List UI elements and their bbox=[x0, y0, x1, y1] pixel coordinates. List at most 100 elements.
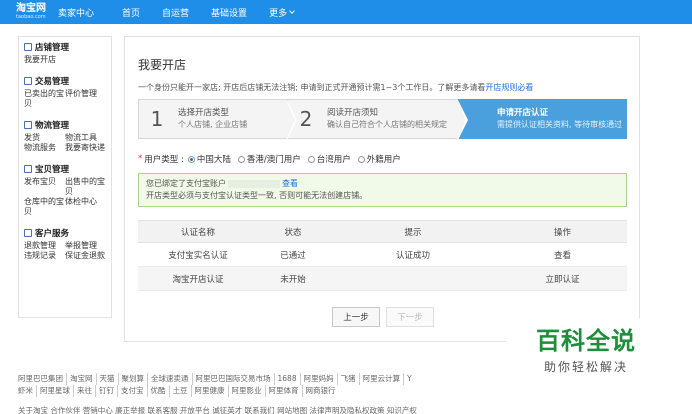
footer-link[interactable]: 淘宝网 bbox=[67, 373, 97, 385]
sidebar-item-publish[interactable]: 发布宝贝 bbox=[24, 177, 65, 197]
footer-link[interactable]: 阿里巴巴国际交易市场 bbox=[193, 373, 275, 385]
sidebar-item-ship[interactable]: 发货 bbox=[24, 133, 65, 143]
cert-name: 支付宝实名认证 bbox=[138, 242, 258, 267]
prev-step-button[interactable]: 上一步 bbox=[332, 307, 380, 327]
footer-link[interactable]: 优酷 bbox=[148, 385, 170, 397]
nav-home[interactable]: 首页 bbox=[122, 6, 140, 19]
sidebar-section-shop: 店铺管理 我要开店 bbox=[24, 41, 106, 65]
footer-link[interactable]: 阿里妈妈 bbox=[301, 373, 338, 385]
footer-link[interactable]: 钉钉 bbox=[96, 385, 118, 397]
sidebar-title-items: 宝贝管理 bbox=[35, 165, 70, 175]
radio-label: 台湾用户 bbox=[316, 155, 351, 165]
footer-link[interactable]: 阿里星球 bbox=[37, 385, 74, 397]
footer-link[interactable]: 全球速卖通 bbox=[148, 373, 193, 385]
footer-link[interactable]: 虾米 bbox=[18, 385, 37, 397]
sidebar-section-title: 客户服务 bbox=[24, 227, 106, 239]
radio-empty-icon bbox=[237, 155, 245, 163]
nav-basic-settings[interactable]: 基础设置 bbox=[211, 6, 247, 19]
sidebar-section-title: 店铺管理 bbox=[24, 41, 106, 53]
footer-link[interactable]: 支付宝 bbox=[118, 385, 148, 397]
table-row: 支付宝实名认证 已通过 认证成功 查看 bbox=[138, 242, 627, 267]
footer-link[interactable]: 天猫 bbox=[97, 373, 119, 385]
logo-domain: taobao.com bbox=[16, 14, 46, 20]
table-header-row: 认证名称 状态 提示 操作 bbox=[138, 220, 627, 243]
footer-link[interactable]: 土豆 bbox=[170, 385, 192, 397]
radio-foreign[interactable]: 外籍用户 bbox=[357, 153, 401, 165]
sidebar-title-service: 客户服务 bbox=[35, 229, 70, 239]
next-step-button[interactable]: 下一步 bbox=[386, 307, 434, 327]
step-buttons: 上一步 下一步 bbox=[332, 307, 434, 327]
logo-text: 淘宝网 bbox=[16, 3, 46, 14]
sidebar-item-send-express[interactable]: 我要寄快递 bbox=[65, 143, 106, 153]
cert-tip bbox=[328, 266, 498, 291]
trade-icon bbox=[24, 77, 32, 85]
step-3-active: 3 申请开店认证 需提供认证相关资料, 等待审核通过 bbox=[458, 99, 627, 139]
sidebar-item-on-sale[interactable]: 出售中的宝贝 bbox=[65, 177, 106, 197]
sidebar-item-open-shop[interactable]: 我要开店 bbox=[24, 55, 65, 65]
footer-row-2: 虾米 阿里星球 来往 钉钉 支付宝 优酷 土豆 阿里健康 阿里影业 阿里体育 网… bbox=[18, 385, 498, 397]
radio-taiwan[interactable]: 台湾用户 bbox=[307, 153, 351, 165]
step-title: 阅读开店须知 bbox=[327, 108, 379, 118]
watermark-subtitle: 助你轻松解决 bbox=[543, 360, 628, 374]
footer-link[interactable]: 阿里体育 bbox=[266, 385, 303, 397]
headset-icon bbox=[24, 229, 32, 237]
sidebar-section-items: 宝贝管理 发布宝贝 出售中的宝贝 仓库中的宝贝 体检中心 bbox=[24, 163, 106, 217]
footer-link[interactable]: 飞猪 bbox=[338, 373, 360, 385]
footer-link[interactable]: 来往 bbox=[74, 385, 96, 397]
col-status: 状态 bbox=[258, 220, 328, 243]
taobao-logo[interactable]: 淘宝网 taobao.com bbox=[0, 0, 58, 24]
shop-rules-link[interactable]: 开店规则必看 bbox=[485, 83, 533, 92]
seller-center-link[interactable]: 卖家中心 bbox=[58, 6, 94, 19]
sidebar-title-logistics: 物流管理 bbox=[35, 121, 70, 131]
alert-text: 您已绑定了支付宝账户 bbox=[146, 179, 226, 188]
footer-link[interactable]: 阿里巴巴集团 bbox=[18, 373, 67, 385]
page-title: 我要开店 bbox=[138, 58, 187, 72]
step-number: 1 bbox=[150, 107, 164, 131]
top-nav-bar: 淘宝网 taobao.com 卖家中心 首页 自运营 基础设置 更多 bbox=[0, 0, 692, 24]
user-type-label: 用户类型 : bbox=[144, 155, 184, 165]
radio-mainland[interactable]: 中国大陆 bbox=[187, 153, 231, 165]
footer-link[interactable]: 1688 bbox=[275, 373, 301, 385]
chevron-down-icon bbox=[289, 7, 295, 14]
footer-link[interactable]: 聚划算 bbox=[119, 373, 148, 385]
sidebar-item-logistics-tools[interactable]: 物流工具 bbox=[65, 133, 106, 143]
nav-more-label: 更多 bbox=[269, 8, 288, 19]
sidebar-section-service: 客户服务 退款管理 举报管理 违规记录 保证金退款 bbox=[24, 227, 106, 261]
sidebar-item-logistics-service[interactable]: 物流服务 bbox=[24, 143, 65, 153]
sidebar-item-reviews[interactable]: 评价管理 bbox=[65, 89, 106, 109]
step-arrow-inner bbox=[286, 100, 295, 140]
view-alipay-link[interactable]: 查看 bbox=[282, 179, 298, 188]
cert-tip: 认证成功 bbox=[328, 242, 498, 267]
sidebar-section-title: 宝贝管理 bbox=[24, 163, 106, 175]
sidebar-item-refund[interactable]: 退款管理 bbox=[24, 241, 65, 251]
footer-link[interactable]: 阿里健康 bbox=[192, 385, 229, 397]
nav-self-operation[interactable]: 自运营 bbox=[162, 6, 189, 19]
sidebar-item-sold-items[interactable]: 已卖出的宝贝 bbox=[24, 89, 65, 109]
footer-link[interactable]: 阿里影业 bbox=[229, 385, 266, 397]
footer-links: 阿里巴巴集团 淘宝网 天猫 聚划算 全球速卖通 阿里巴巴国际交易市场 1688 … bbox=[18, 373, 498, 397]
footer-link[interactable]: 阿里云计算 bbox=[360, 373, 405, 385]
footer-link[interactable]: Y bbox=[404, 373, 415, 385]
sidebar-item-deposit-refund[interactable]: 保证金退款 bbox=[65, 251, 106, 261]
sidebar-item-checkup[interactable]: 体检中心 bbox=[65, 197, 106, 217]
radio-label: 中国大陆 bbox=[196, 155, 231, 165]
step-title: 申请开店认证 bbox=[497, 108, 549, 118]
sidebar-item-violations[interactable]: 违规记录 bbox=[24, 251, 65, 261]
sidebar-item-report[interactable]: 举报管理 bbox=[65, 241, 106, 251]
sidebar-section-title: 交易管理 bbox=[24, 75, 106, 87]
step-2: 2 阅读开店须知 确认自己符合个人店铺的相关规定 bbox=[288, 99, 468, 140]
alipay-binding-alert: 您已绑定了支付宝账户 查看 开店类型必须与支付宝认证类型一致, 否则可能无法创建店… bbox=[138, 173, 627, 207]
cert-status: 已通过 bbox=[258, 242, 328, 267]
view-cert-link[interactable]: 查看 bbox=[498, 242, 627, 267]
sidebar-title-trade: 交易管理 bbox=[35, 77, 70, 87]
step-desc: 个人店铺, 企业店铺 bbox=[178, 120, 248, 129]
start-cert-link[interactable]: 立即认证 bbox=[498, 266, 627, 291]
radio-selected-icon bbox=[187, 155, 195, 163]
radio-hk-macau[interactable]: 香港/澳门用户 bbox=[237, 153, 301, 165]
footer-row-3: 关于淘宝 合作伙伴 营销中心 廉正举报 联系客服 开放平台 诚征英才 联系我们 … bbox=[18, 406, 417, 414]
footer-link[interactable]: 网商银行 bbox=[303, 385, 339, 397]
sidebar-item-warehouse[interactable]: 仓库中的宝贝 bbox=[24, 197, 65, 217]
step-desc: 需提供认证相关资料, 等待审核通过 bbox=[497, 120, 623, 129]
nav-more-dropdown[interactable]: 更多 bbox=[269, 6, 295, 19]
user-type-selector: * 用户类型 : 中国大陆 香港/澳门用户 台湾用户 外籍用户 bbox=[138, 153, 408, 165]
